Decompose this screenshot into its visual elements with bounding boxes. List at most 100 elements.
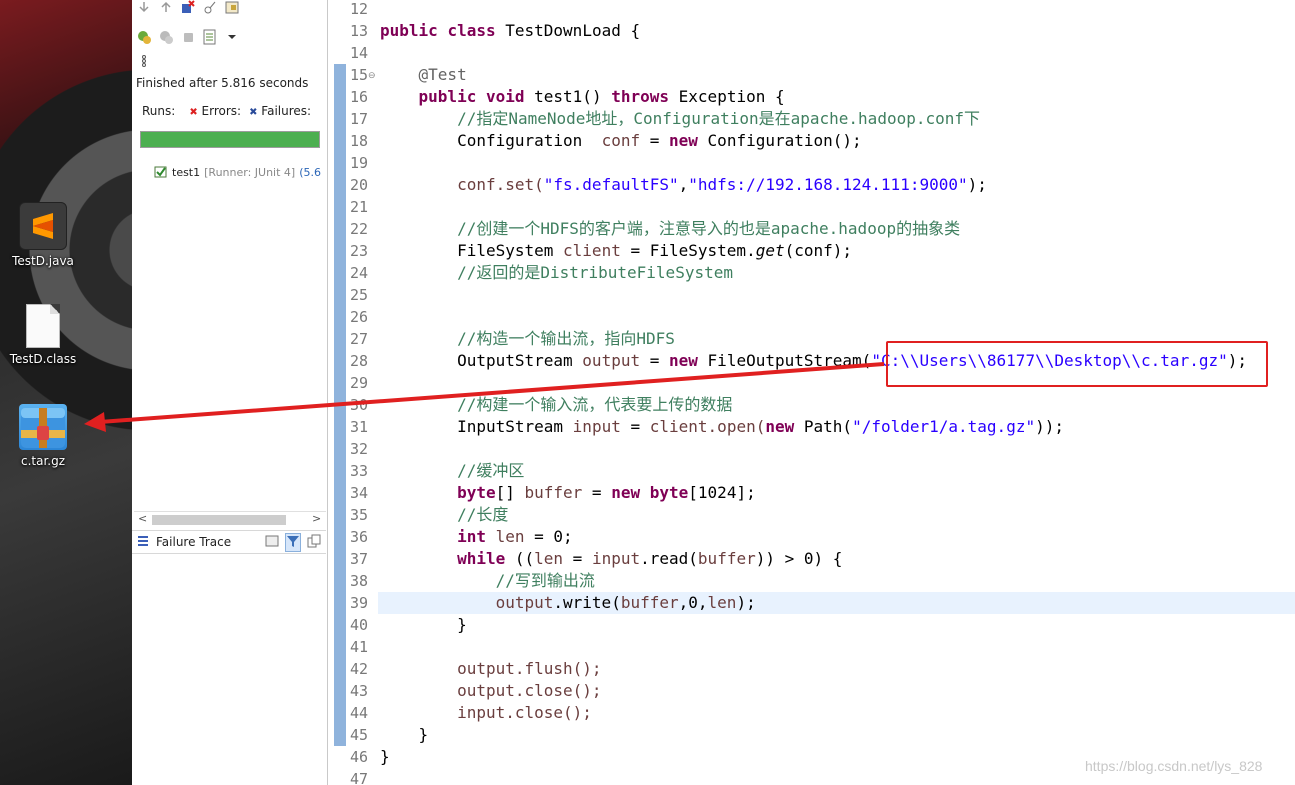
code-line-43: output.close(); <box>457 681 602 700</box>
code-line-18: Configuration conf = new Configuration()… <box>457 131 862 150</box>
test-name: test1 <box>172 166 201 179</box>
previous-failure-icon[interactable] <box>158 0 174 15</box>
failure-icon: ✖ <box>249 107 258 118</box>
line-number: 44 <box>349 704 368 722</box>
line-number: 42 <box>349 660 368 678</box>
line-number: 24 <box>349 264 368 282</box>
next-failure-icon[interactable] <box>136 0 152 15</box>
show-failures-only-icon[interactable] <box>180 0 196 15</box>
desktop-file-testd-java[interactable]: TestD.java <box>3 202 83 268</box>
junit-toolbar-run <box>132 26 240 48</box>
code-line-30: //构建一个输入流，代表要上传的数据 <box>457 395 733 414</box>
code-line-27: //构造一个输出流，指向HDFS <box>457 329 675 348</box>
copy-trace-icon[interactable] <box>307 534 321 551</box>
code-line-42: output.flush(); <box>457 659 602 678</box>
line-number: 25 <box>349 286 368 304</box>
line-number: 39 <box>349 594 368 612</box>
code-line-22: //创建一个HDFS的客户端，注意导入的也是apache.hadoop的抽象类 <box>457 219 961 238</box>
line-number: 13 <box>349 22 368 40</box>
line-number: 20 <box>349 176 368 194</box>
line-number: 19 <box>349 154 368 172</box>
code-line-36: int len = 0; <box>457 527 573 546</box>
fold-collapse-icon[interactable]: ⊖ <box>368 70 376 81</box>
failures-label: Failures: <box>261 104 312 118</box>
line-number: 28 <box>349 352 368 370</box>
test-progress-bar <box>140 131 320 148</box>
stop-run-icon[interactable] <box>180 29 196 45</box>
desktop: TestD.java TestD.class c.tar.gz <box>0 0 132 785</box>
scroll-left-icon[interactable]: < <box>138 512 147 525</box>
desktop-file-testd-class[interactable]: TestD.class <box>3 304 83 366</box>
junit-toolbar-top <box>132 0 240 18</box>
blank-file-icon <box>26 304 60 348</box>
highlight-box <box>886 341 1268 387</box>
code-line-13: public class TestDownLoad { <box>380 21 641 40</box>
code-line-37: while ((len = input.read(buffer)) > 0) { <box>457 549 843 568</box>
code-line-45: } <box>380 725 429 744</box>
failures-counter: ✖ Failures: <box>249 104 311 118</box>
failure-trace-header: Failure Trace <box>132 530 326 554</box>
line-number: 31 <box>349 418 368 436</box>
method-range-indicator <box>334 64 346 746</box>
line-number: 46 <box>349 748 368 766</box>
scroll-right-icon[interactable]: > <box>312 512 321 525</box>
code-line-46: } <box>380 747 390 766</box>
horizontal-scrollbar[interactable]: < > <box>134 511 326 527</box>
test-run-history-icon[interactable] <box>202 29 218 45</box>
line-number: 12 <box>349 0 368 18</box>
line-number: 22 <box>349 220 368 238</box>
code-line-15: @Test <box>418 65 467 84</box>
line-number: 30 <box>349 396 368 414</box>
code-line-24: //返回的是DistributeFileSystem <box>457 263 733 282</box>
line-number: 40 <box>349 616 368 634</box>
rerun-failed-first-icon[interactable] <box>158 29 174 45</box>
line-number: 36 <box>349 528 368 546</box>
code-line-31: InputStream input = client.open(new Path… <box>457 417 1064 436</box>
desktop-file-label: c.tar.gz <box>20 454 66 468</box>
errors-label: Errors: <box>201 104 242 118</box>
desktop-file-label: TestD.class <box>9 352 77 366</box>
junit-view: Finished after 5.816 seconds Runs: ✖ Err… <box>132 0 328 785</box>
chevron-down-icon[interactable] <box>224 29 240 45</box>
line-number: 18 <box>349 132 368 150</box>
error-icon: ✖ <box>189 107 198 118</box>
compare-result-icon[interactable] <box>265 534 279 551</box>
line-number: 29 <box>349 374 368 392</box>
line-number: 15 <box>349 66 368 84</box>
line-number: 38 <box>349 572 368 590</box>
watermark: https://blog.csdn.net/lys_828 <box>1085 758 1263 774</box>
line-number: 17 <box>349 110 368 128</box>
line-number: 16 <box>349 88 368 106</box>
line-number: 33 <box>349 462 368 480</box>
failure-trace-icon <box>136 534 150 551</box>
filter-stack-icon[interactable] <box>285 532 302 552</box>
line-number: 41 <box>349 638 368 656</box>
desktop-file-c-tar-gz[interactable]: c.tar.gz <box>3 404 83 468</box>
errors-counter: ✖ Errors: <box>189 104 241 118</box>
line-number: 14 <box>349 44 368 62</box>
test-time: (5.6 <box>299 166 321 179</box>
line-number: 45 <box>349 726 368 744</box>
desktop-file-label: TestD.java <box>12 254 74 268</box>
view-menu[interactable] <box>132 50 152 72</box>
code-line-44: input.close(); <box>457 703 592 722</box>
test-runner: [Runner: JUnit 4] <box>204 166 296 179</box>
code-line-40: } <box>380 615 467 634</box>
line-number: 32 <box>349 440 368 458</box>
test-tree-item[interactable]: test1 [Runner: JUnit 4] (5.6 <box>154 164 321 181</box>
runs-label: Runs: <box>142 104 176 118</box>
rerun-test-icon[interactable] <box>136 29 152 45</box>
scroll-lock-icon[interactable] <box>202 0 218 15</box>
history-icon[interactable] <box>224 0 240 15</box>
run-status-text: Finished after 5.816 seconds <box>136 76 309 90</box>
code-line-39: output.write(buffer,0,len); <box>495 593 756 612</box>
vertical-dots-icon[interactable] <box>136 53 152 69</box>
scrollbar-thumb[interactable] <box>152 515 286 525</box>
code-line-33: //缓冲区 <box>457 461 525 480</box>
winrar-archive-icon <box>19 404 67 450</box>
line-number: 27 <box>349 330 368 348</box>
code-line-17: //指定NameNode地址，Configuration是在apache.had… <box>457 109 981 128</box>
line-number: 47 <box>349 770 368 785</box>
line-number: 34 <box>349 484 368 502</box>
test-passed-icon <box>154 164 168 181</box>
